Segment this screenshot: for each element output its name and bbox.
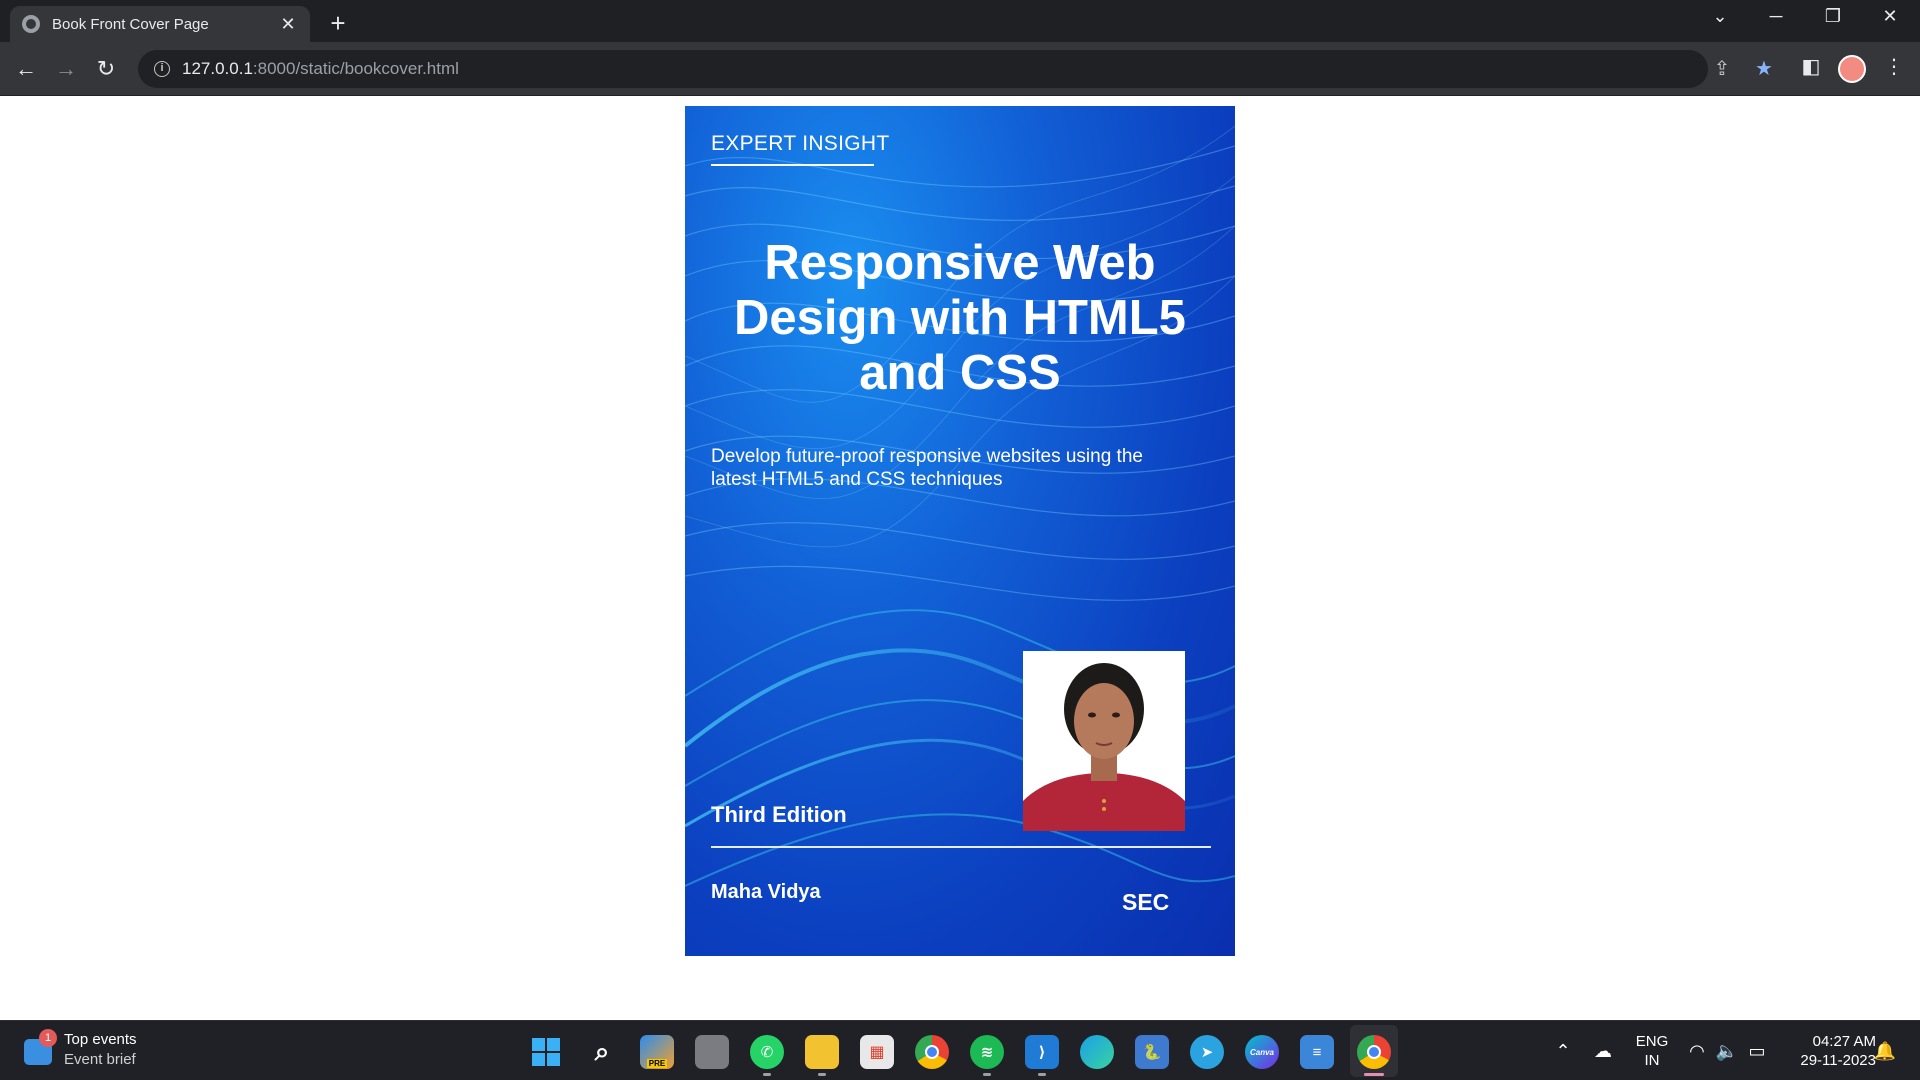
browser-titlebar: Book Front Cover Page ✕ + ⌄ ─ ❐ ✕ (0, 0, 1920, 42)
author-name: Maha Vidya (711, 881, 821, 903)
tag-underline (711, 164, 874, 166)
address-bar[interactable]: i 127.0.0.1:8000/static/bookcover.html ⇪… (138, 50, 1773, 88)
tab-close-button[interactable]: ✕ (278, 14, 298, 35)
forward-arrow-icon[interactable]: → (50, 54, 82, 84)
publisher-name: SEC (1122, 889, 1170, 915)
start-button[interactable] (529, 1035, 563, 1069)
clock-time: 04:27 AM (1812, 1033, 1876, 1050)
globe-icon (22, 15, 40, 33)
vscode-running-indicator (1038, 1073, 1046, 1076)
book-title: Responsive Web Design with HTML5 and CSS (734, 236, 1186, 400)
more-menu-icon[interactable]: ⋮ (1879, 54, 1909, 79)
url-host: 127.0.0.1 (182, 59, 253, 78)
battery-icon[interactable]: ▭ (1744, 1041, 1770, 1062)
widget-badge: 1 (39, 1029, 57, 1047)
book-cover: EXPERT INSIGHT Responsive Web Design wit… (685, 106, 1235, 956)
edge-icon[interactable] (1080, 1035, 1114, 1069)
language-code: ENG (1635, 1033, 1669, 1050)
reload-icon[interactable]: ↻ (90, 54, 122, 84)
taskbar: 1 Top events Event brief ⌕ PRE ✆ ▦ ≋ ⟩ 🐍… (0, 1020, 1920, 1080)
explorer-running-indicator (818, 1073, 826, 1076)
cover-series-tag: EXPERT INSIGHT (711, 132, 890, 155)
canva-icon[interactable]: Canva (1245, 1035, 1279, 1069)
store-icon[interactable]: ▦ (860, 1035, 894, 1069)
book-subtitle: Develop future-proof responsive websites… (711, 446, 1143, 490)
spotify-icon[interactable]: ≋ (970, 1035, 1004, 1069)
clock[interactable]: 04:27 AM 29-11-2023 (1780, 1032, 1876, 1070)
volume-icon[interactable]: 🔈 (1714, 1041, 1740, 1062)
whatsapp-icon[interactable]: ✆ (750, 1035, 784, 1069)
restore-button[interactable]: ❐ (1813, 6, 1853, 27)
share-icon[interactable]: ⇪ (1708, 56, 1736, 81)
side-panel-icon[interactable]: ◧ (1796, 54, 1826, 79)
vscode-icon[interactable]: ⟩ (1025, 1035, 1059, 1069)
author-photo (1023, 651, 1185, 831)
notepad-icon[interactable]: ≡ (1300, 1035, 1334, 1069)
onedrive-icon[interactable]: ☁ (1590, 1041, 1616, 1062)
region-code: IN (1644, 1052, 1660, 1069)
profile-avatar[interactable] (1838, 55, 1866, 83)
clock-date: 29-11-2023 (1800, 1052, 1876, 1069)
chrome-active-icon[interactable] (1357, 1035, 1391, 1069)
minimize-button[interactable]: ─ (1756, 6, 1796, 27)
new-tab-button[interactable]: + (322, 8, 354, 39)
chrome-icon[interactable] (915, 1035, 949, 1069)
chrome-active-indicator (1364, 1073, 1384, 1076)
widget-subtitle[interactable]: Event brief (64, 1051, 136, 1068)
back-arrow-icon[interactable]: ← (10, 54, 42, 84)
spotify-running-indicator (983, 1073, 991, 1076)
browser-tab[interactable]: Book Front Cover Page ✕ (10, 6, 310, 42)
bookmark-star-icon[interactable]: ★ (1750, 56, 1778, 81)
info-icon[interactable]: i (154, 61, 170, 77)
cover-divider (711, 846, 1211, 848)
tab-search-icon[interactable]: ⌄ (1700, 6, 1740, 27)
python-icon[interactable]: 🐍 (1135, 1035, 1169, 1069)
browser-toolbar: ← → ↻ i 127.0.0.1:8000/static/bookcover.… (0, 42, 1920, 96)
copilot-icon[interactable]: PRE (640, 1035, 674, 1069)
url-path: :8000/static/bookcover.html (252, 59, 459, 78)
chevron-up-icon[interactable]: ⌃ (1550, 1041, 1576, 1062)
wifi-icon[interactable]: ◠ (1684, 1041, 1710, 1062)
close-window-button[interactable]: ✕ (1870, 6, 1910, 27)
file-explorer-icon[interactable] (805, 1035, 839, 1069)
notification-bell-icon[interactable]: 🔔 (1872, 1041, 1898, 1062)
language-indicator[interactable]: ENG IN (1630, 1032, 1674, 1070)
tab-title: Book Front Cover Page (52, 15, 209, 33)
edition-label: Third Edition (711, 802, 847, 827)
task-view-icon[interactable] (695, 1035, 729, 1069)
telegram-icon[interactable]: ➤ (1190, 1035, 1224, 1069)
widget-title[interactable]: Top events (64, 1031, 137, 1048)
whatsapp-running-indicator (763, 1073, 771, 1076)
search-icon[interactable]: ⌕ (585, 1035, 619, 1069)
